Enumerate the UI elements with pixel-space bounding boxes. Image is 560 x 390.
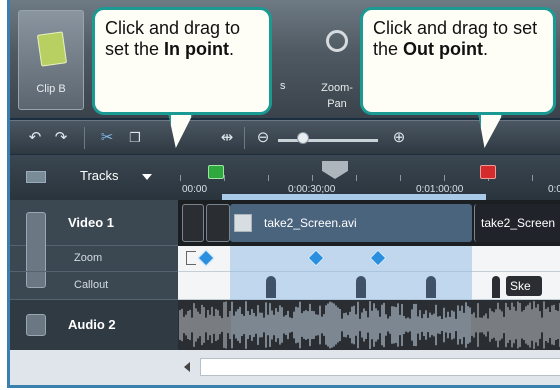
ruler-tick (444, 175, 445, 181)
timeline-ruler: Tracks 00:00 0:00:30;00 0:01:00;00 0:0 (10, 155, 560, 200)
callout-text-end: . (483, 39, 489, 59)
clip-bin-icon (36, 31, 68, 67)
scroll-corner (10, 350, 178, 385)
scroll-left-arrow-icon[interactable] (184, 362, 190, 372)
redo-icon[interactable]: ↷ (50, 128, 72, 148)
callout-item[interactable] (426, 276, 436, 298)
toolbar-divider (244, 127, 245, 149)
audio-lane[interactable] (178, 300, 560, 350)
ruler-time: 0:0 (548, 184, 560, 195)
track-headers: Video 1 Zoom Callout Audio 2 (10, 200, 178, 350)
clip-label: take2_Screen (481, 216, 556, 230)
callout-lane: Ske (178, 272, 560, 300)
video-clip[interactable]: take2_Screen (474, 204, 560, 242)
copy-icon[interactable]: ❐ (124, 128, 146, 148)
audio-waveform (179, 301, 560, 349)
zoom-out-icon[interactable]: ⊖ (254, 128, 272, 148)
zoom-slider[interactable] (278, 139, 378, 142)
video-clip[interactable] (206, 204, 230, 242)
video-clip-selected[interactable]: take2_Screen.avi (230, 204, 472, 242)
callout-emphasis: Out point (403, 39, 484, 59)
track-header-audio[interactable]: Audio 2 (10, 300, 178, 350)
ruler-tick (312, 175, 313, 181)
magnifier-icon (326, 30, 348, 52)
scroll-track[interactable] (200, 358, 560, 376)
zoom-in-icon[interactable]: ⊕ (390, 128, 408, 148)
zoom-lane (178, 246, 560, 272)
ruler-tick (532, 175, 533, 181)
zoom-pan-label-line1: Zoom- (321, 82, 353, 94)
ruler-time: 00:00 (182, 184, 208, 195)
track-header-callout[interactable]: Callout (10, 272, 178, 300)
selection-overlay (230, 246, 472, 272)
chevron-down-icon (142, 174, 152, 180)
ribbon-partial-button[interactable]: s (280, 10, 300, 110)
zoom-pan-label-line2: Pan (327, 98, 347, 110)
track-name: Callout (74, 279, 109, 291)
split-icon[interactable]: ⇹ (216, 128, 238, 148)
horizontal-scrollbar[interactable] (178, 350, 560, 385)
zoom-pan-label: Zoom- Pan (306, 80, 368, 112)
tracks-label: Tracks (80, 168, 119, 183)
ruler-tick (356, 175, 357, 181)
callout-emphasis: In point (164, 39, 230, 59)
zoom-bracket (186, 251, 196, 265)
callout-item[interactable] (492, 276, 500, 298)
screenshot-frame: Clip B s Zoom- Pan ↶ ↷ ✂ ❐ ⇹ ⊖ ⊕ Tracks (0, 0, 560, 390)
zoom-pan-button[interactable]: Zoom- Pan (306, 10, 368, 110)
ruler-tick (268, 175, 269, 181)
callout-item[interactable] (356, 276, 366, 298)
timeline-toolbar: ↶ ↷ ✂ ❐ ⇹ ⊖ ⊕ (10, 120, 560, 154)
ruler-tick (180, 175, 181, 181)
callout-item[interactable] (266, 276, 276, 298)
ruler-area[interactable]: 00:00 0:00:30;00 0:01:00;00 0:0 (178, 155, 560, 200)
ruler-tick (224, 175, 225, 181)
out-point-callout: Click and drag to set the Out point. (360, 7, 556, 115)
clip-bin-button[interactable]: Clip B (18, 10, 84, 110)
video-lane: take2_Screen.avi take2_Screen (178, 200, 560, 246)
track-name: Video 1 (68, 215, 115, 230)
out-point-marker[interactable] (480, 165, 496, 179)
lock-icon[interactable] (26, 314, 46, 336)
clip-bin-label: Clip B (36, 83, 66, 95)
callout-text-end: . (229, 39, 235, 59)
callout-item-label[interactable]: Ske (506, 276, 542, 296)
scissors-icon[interactable]: ✂ (96, 128, 118, 148)
track-header-zoom[interactable]: Zoom (10, 246, 178, 272)
zoom-keyframe[interactable] (197, 249, 215, 267)
track-name: Zoom (74, 252, 103, 264)
track-header-video[interactable]: Video 1 (10, 200, 178, 288)
clip-label: take2_Screen.avi (264, 216, 357, 230)
tracks-icon (26, 171, 46, 183)
toolbar-divider (84, 127, 85, 149)
in-point-marker[interactable] (208, 165, 224, 179)
track-name: Audio 2 (68, 317, 116, 332)
timeline-tracks: take2_Screen.avi take2_Screen Ske (178, 200, 560, 350)
in-point-callout: Click and drag to set the In point. (92, 7, 272, 115)
undo-icon[interactable]: ↶ (24, 128, 46, 148)
ruler-tick (400, 175, 401, 181)
ribbon-partial-label: s (280, 80, 286, 92)
zoom-slider-thumb[interactable] (297, 132, 309, 144)
clip-thumbnail (234, 214, 252, 232)
playhead[interactable] (322, 161, 348, 179)
video-clip[interactable] (182, 204, 204, 242)
tracks-menu[interactable]: Tracks (24, 168, 174, 188)
